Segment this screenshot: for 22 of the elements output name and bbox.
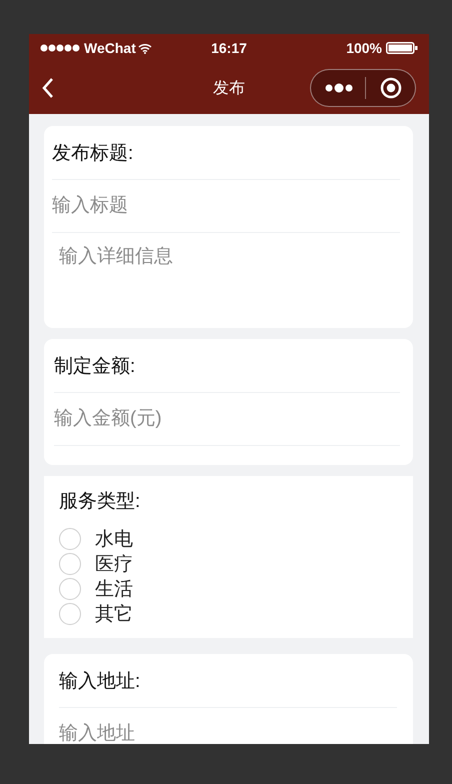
close-icon[interactable] bbox=[380, 77, 402, 99]
section-label: 制定金额: bbox=[54, 354, 136, 378]
battery-percent: 100% bbox=[346, 40, 382, 56]
radio-button[interactable] bbox=[59, 528, 81, 550]
back-icon[interactable] bbox=[41, 77, 55, 99]
status-time: 16:17 bbox=[211, 40, 247, 56]
more-icon[interactable] bbox=[325, 83, 353, 93]
section-label: 服务类型: bbox=[59, 490, 140, 514]
radio-button[interactable] bbox=[59, 578, 81, 600]
radio-label: 生活 bbox=[95, 578, 133, 602]
radio-label: 医疗 bbox=[95, 552, 133, 576]
section-label: 发布标题: bbox=[52, 142, 134, 166]
radio-button[interactable] bbox=[59, 552, 81, 574]
radio-label: 其它 bbox=[95, 602, 133, 626]
wifi-icon bbox=[138, 42, 152, 54]
radio-button[interactable] bbox=[59, 602, 81, 624]
radio-label: 水电 bbox=[95, 528, 133, 552]
section-label: 输入地址: bbox=[59, 670, 140, 694]
page-title: 发布 bbox=[213, 80, 245, 96]
carrier-name: WeChat bbox=[84, 40, 136, 56]
signal-icon bbox=[40, 44, 82, 52]
battery-icon bbox=[386, 42, 418, 54]
